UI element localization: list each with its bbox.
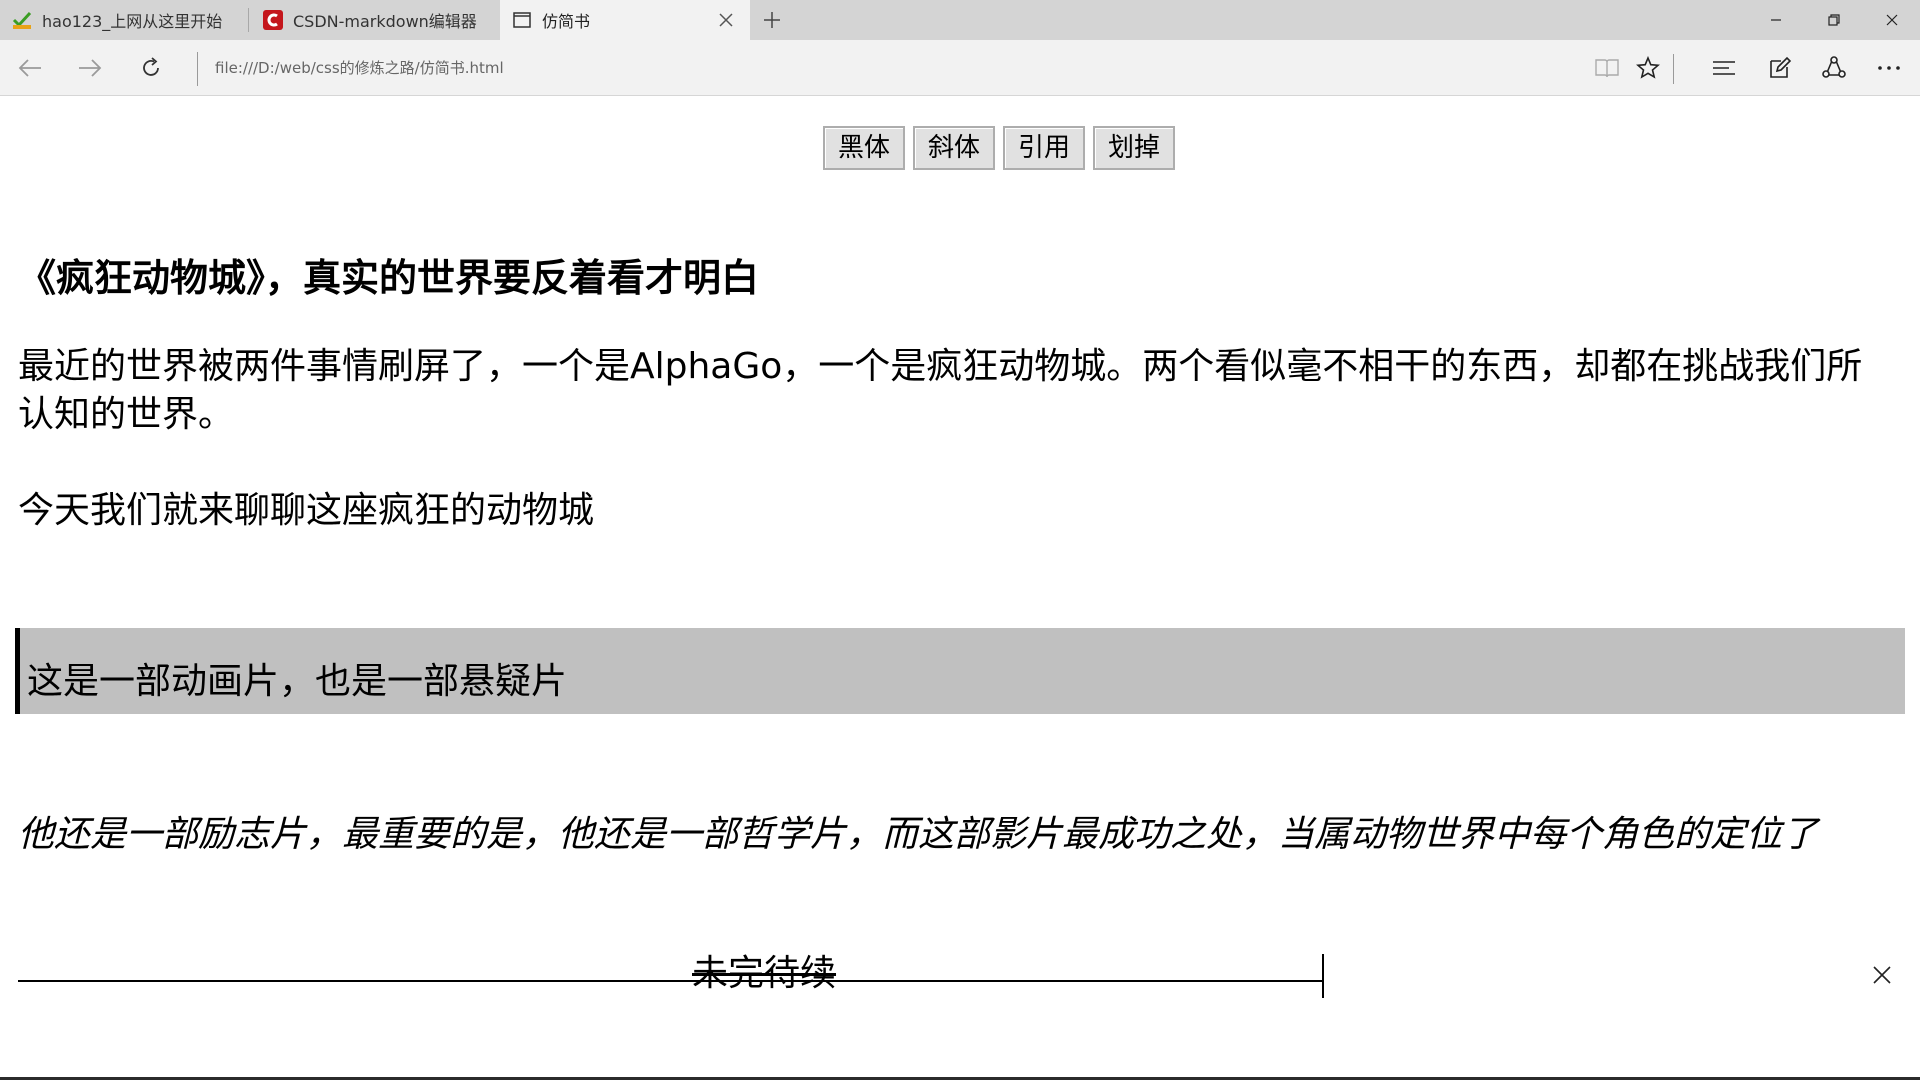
italic-paragraph: 他还是一部励志片，最重要的是，他还是一部哲学片，而这部影片最成功之处，当属动物世…: [18, 814, 1819, 855]
refresh-icon[interactable]: [135, 52, 167, 84]
web-note-icon[interactable]: [1764, 52, 1796, 84]
address-input[interactable]: file:///D:/web/css的修炼之路/仿简书.html: [215, 56, 504, 80]
favorite-star-icon[interactable]: [1632, 52, 1664, 84]
tab-bar: hao123_上网从这里开始 CSDN-markdown编辑器 仿简书: [0, 0, 1920, 40]
address-divider: [197, 52, 198, 86]
csdn-favicon-icon: [263, 10, 283, 30]
format-toolbar: 黑体 斜体 引用 划掉: [823, 126, 1175, 170]
article-title: 《疯狂动物城》，真实的世界要反着看才明白: [18, 256, 760, 300]
tab-divider: [248, 8, 249, 32]
tab-label: CSDN-markdown编辑器: [293, 12, 477, 31]
tab-label: 仿简书: [542, 12, 591, 31]
hao123-favicon-icon: [12, 10, 32, 30]
forward-arrow-icon[interactable]: [74, 52, 106, 84]
tab-label: hao123_上网从这里开始: [42, 12, 223, 31]
article-paragraph: 今天我们就来聊聊这座疯狂的动物城: [18, 490, 595, 531]
tab-hao123[interactable]: hao123_上网从这里开始: [0, 0, 248, 40]
quote-button[interactable]: 引用: [1003, 126, 1085, 170]
minimize-icon[interactable]: [1748, 0, 1804, 40]
strikethrough-button[interactable]: 划掉: [1093, 126, 1175, 170]
page-viewport: 黑体 斜体 引用 划掉 《疯狂动物城》，真实的世界要反着看才明白 最近的世界被两…: [0, 97, 1920, 1078]
text-caret: [1322, 954, 1324, 998]
back-arrow-icon[interactable]: [14, 52, 46, 84]
strikethrough-text: 未完待续: [692, 953, 837, 994]
more-options-icon[interactable]: [1873, 52, 1905, 84]
tab-current-page[interactable]: 仿简书: [500, 0, 750, 40]
blockquote: 这是一部动画片，也是一部悬疑片: [15, 628, 1905, 714]
strikethrough-line: [18, 980, 1322, 982]
new-tab-icon[interactable]: [760, 8, 784, 32]
toolbar-divider: [1673, 54, 1674, 84]
article-paragraph: 最近的世界被两件事情刷屏了，一个是AlphaGo，一个是疯狂动物城。两个看似毫不…: [18, 346, 1863, 435]
navigation-bar: file:///D:/web/css的修炼之路/仿简书.html: [0, 40, 1920, 96]
blockquote-text: 这是一部动画片，也是一部悬疑片: [27, 661, 568, 702]
reading-view-icon[interactable]: [1591, 52, 1623, 84]
hub-icon[interactable]: [1708, 52, 1740, 84]
restore-icon[interactable]: [1806, 0, 1862, 40]
close-tab-icon[interactable]: [716, 10, 736, 30]
close-icon[interactable]: [1868, 961, 1896, 989]
bold-button[interactable]: 黑体: [823, 126, 905, 170]
page-icon: [512, 10, 532, 30]
close-window-icon[interactable]: [1864, 0, 1920, 40]
share-icon[interactable]: [1818, 52, 1850, 84]
italic-button[interactable]: 斜体: [913, 126, 995, 170]
tab-csdn[interactable]: CSDN-markdown编辑器: [251, 0, 499, 40]
